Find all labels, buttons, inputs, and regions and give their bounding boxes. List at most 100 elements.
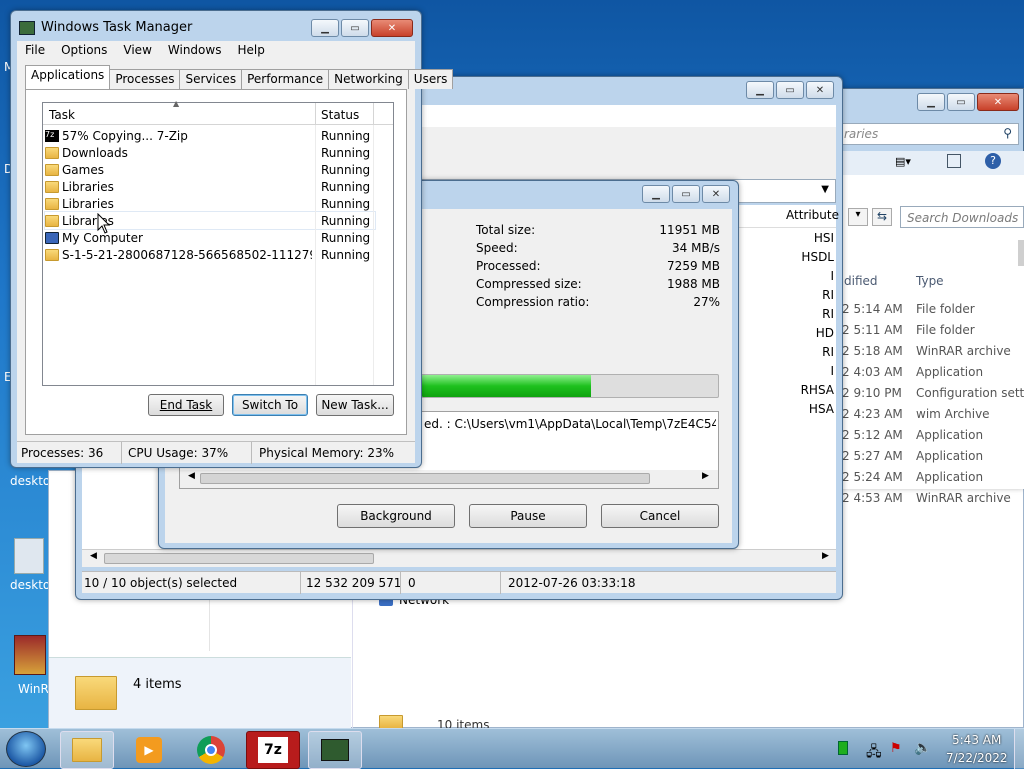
item-type: WinRAR archive: [916, 491, 1011, 505]
sort-arrow-icon: ▲: [173, 99, 180, 108]
list-item[interactable]: 2 4:03 AM Application: [842, 365, 1022, 385]
list-item[interactable]: 2 4:23 AM wim Archive: [842, 407, 1022, 427]
taskbar-chrome[interactable]: [184, 731, 238, 769]
scroll-right-icon[interactable]: ▶: [822, 551, 829, 561]
close-button[interactable]: ✕: [977, 93, 1019, 111]
table-row[interactable]: Downloads Running: [45, 144, 375, 161]
tab-networking[interactable]: Networking: [328, 69, 409, 89]
item-modified: 2 5:12 AM: [842, 428, 903, 442]
action-center-icon[interactable]: ⚑: [890, 741, 902, 756]
close-button[interactable]: ✕: [806, 81, 834, 99]
scrollbar-thumb[interactable]: [1018, 240, 1024, 266]
table-row[interactable]: Libraries Running: [45, 178, 375, 195]
status-cpu: CPU Usage: 37%: [128, 446, 229, 460]
scroll-right-icon[interactable]: ▶: [702, 471, 709, 481]
desktop: M D E deskto deskto WinR 4 items Network…: [0, 0, 1024, 728]
close-button[interactable]: ✕: [702, 185, 730, 203]
libraries-folder-icon: [45, 214, 59, 227]
list-item[interactable]: 2 5:14 AM File folder: [842, 302, 1022, 322]
desktop-file-icon[interactable]: [14, 538, 44, 574]
cancel-button[interactable]: Cancel: [601, 504, 719, 528]
column-status[interactable]: Status: [321, 108, 359, 122]
task-name: Downloads: [62, 145, 128, 160]
column-task[interactable]: Task: [49, 108, 75, 122]
table-row[interactable]: Games Running: [45, 161, 375, 178]
maximize-button[interactable]: ▭: [947, 93, 975, 111]
attribute-cell: HD: [815, 326, 834, 340]
menu-windows[interactable]: Windows: [160, 41, 230, 61]
end-task-label: End Task: [159, 398, 213, 412]
pause-button[interactable]: Pause: [469, 504, 587, 528]
column-attributes[interactable]: Attribute: [786, 208, 839, 222]
tab-services[interactable]: Services: [179, 69, 243, 89]
preview-pane-icon[interactable]: [947, 154, 961, 168]
horizontal-scrollbar[interactable]: ◀ ▶: [82, 549, 836, 567]
winrar-icon[interactable]: [14, 635, 46, 675]
stat-value: 7259 MB: [667, 259, 720, 273]
network-tray-icon[interactable]: 🖧: [866, 741, 882, 765]
taskbar-explorer[interactable]: [60, 731, 114, 769]
item-modified: 2 5:14 AM: [842, 302, 903, 316]
progress-fill: [422, 375, 591, 397]
minimize-button[interactable]: ▁: [642, 185, 670, 203]
clock-date[interactable]: 7/22/2022: [946, 751, 1008, 765]
start-button[interactable]: [6, 731, 46, 767]
new-task-button[interactable]: New Task...: [316, 394, 394, 416]
volume-icon[interactable]: 🔈: [914, 740, 931, 756]
table-row[interactable]: Libraries Running: [45, 195, 375, 212]
table-row[interactable]: 7z 57% Copying... 7-Zip Running: [45, 127, 375, 144]
menu-options[interactable]: Options: [53, 41, 115, 61]
log-scrollbar[interactable]: ◀ ▶: [180, 470, 718, 488]
search-input[interactable]: Search Downloads: [900, 206, 1024, 228]
maximize-button[interactable]: ▭: [672, 185, 700, 203]
close-button[interactable]: ✕: [371, 19, 413, 37]
table-row[interactable]: Libraries Running: [44, 211, 376, 230]
minimize-button[interactable]: ▁: [917, 93, 945, 111]
menu-help[interactable]: Help: [229, 41, 272, 61]
stat-label: Compression ratio:: [476, 295, 590, 309]
column-date-modified[interactable]: dified: [844, 274, 878, 288]
dropdown-button[interactable]: ▾: [848, 208, 868, 226]
stat-value: 27%: [693, 295, 720, 309]
list-item[interactable]: 2 5:27 AM Application: [842, 449, 1022, 469]
clock-time[interactable]: 5:43 AM: [952, 733, 1001, 747]
menu-view[interactable]: View: [115, 41, 159, 61]
list-item[interactable]: 2 5:24 AM Application: [842, 470, 1022, 490]
list-item[interactable]: 2 5:12 AM Application: [842, 428, 1022, 448]
list-item[interactable]: 2 5:18 AM WinRAR archive: [842, 344, 1022, 364]
background-button[interactable]: Background: [337, 504, 455, 528]
help-icon[interactable]: ?: [985, 153, 1001, 169]
minimize-button[interactable]: ▁: [746, 81, 774, 99]
table-row[interactable]: My Computer Running: [45, 229, 375, 246]
tab-processes[interactable]: Processes: [109, 69, 181, 89]
tab-applications[interactable]: Applications: [25, 65, 111, 89]
taskbar-media-player[interactable]: ▶: [122, 731, 176, 769]
status-processes: Processes: 36: [21, 446, 104, 460]
list-item[interactable]: 2 4:53 AM WinRAR archive: [842, 491, 1022, 511]
tab-users[interactable]: Users: [407, 69, 454, 89]
column-type[interactable]: Type: [916, 274, 944, 288]
switch-to-button[interactable]: Switch To: [232, 394, 308, 416]
scrollbar-thumb[interactable]: [104, 553, 374, 564]
activity-icon[interactable]: [838, 741, 848, 755]
scroll-left-icon[interactable]: ◀: [90, 551, 97, 561]
menu-file[interactable]: File: [17, 41, 53, 61]
scroll-left-icon[interactable]: ◀: [188, 471, 195, 481]
tab-performance[interactable]: Performance: [241, 69, 330, 89]
maximize-button[interactable]: ▭: [776, 81, 804, 99]
taskbar-task-manager[interactable]: [308, 731, 362, 769]
explorer-search-libraries[interactable]: raries ⚲: [841, 123, 1019, 145]
scrollbar-thumb[interactable]: [200, 473, 650, 484]
show-desktop-button[interactable]: [1014, 729, 1024, 769]
list-item[interactable]: 2 5:11 AM File folder: [842, 323, 1022, 343]
attribute-cell: HSDL: [801, 250, 834, 264]
maximize-button[interactable]: ▭: [341, 19, 369, 37]
list-item[interactable]: 2 9:10 PM Configuration sett...: [842, 386, 1024, 406]
end-task-button[interactable]: End Task: [148, 394, 224, 416]
taskbar-7zip[interactable]: 7z: [246, 731, 300, 769]
minimize-button[interactable]: ▁: [311, 19, 339, 37]
stat-label: Total size:: [476, 223, 536, 237]
views-icon[interactable]: ▤▾: [895, 155, 911, 168]
table-row[interactable]: S-1-5-21-2800687128-566568502-1112790091…: [45, 246, 375, 263]
refresh-icon[interactable]: ⇆: [872, 208, 892, 226]
